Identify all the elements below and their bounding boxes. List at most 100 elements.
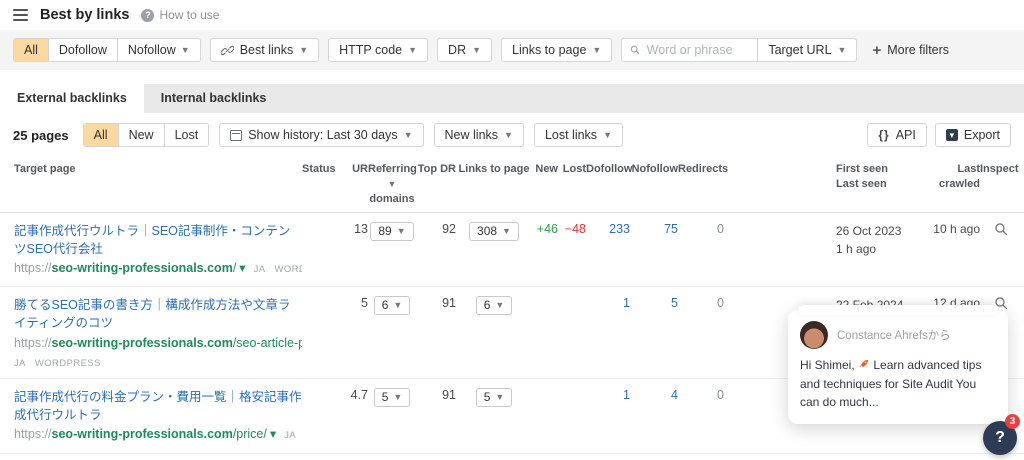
api-button[interactable]: {} API <box>867 123 927 147</box>
chevron-down-icon: ▼ <box>396 225 406 236</box>
col-links-to-page[interactable]: Links to page <box>456 162 532 177</box>
chat-message: Hi Shimei, Learn advanced tips and techn… <box>800 358 982 410</box>
notification-badge: 3 <box>1005 414 1020 429</box>
filter-dofollow-button[interactable]: Dofollow <box>48 39 118 61</box>
dofollow-link[interactable]: 233 <box>586 222 630 236</box>
menu-icon[interactable] <box>13 9 28 21</box>
app-window: Best by links ? How to use All Dofollow … <box>0 0 1024 460</box>
all-new-lost-segmented: All New Lost <box>82 123 210 147</box>
redirects-value: 0 <box>717 221 724 236</box>
chevron-down-icon: ▼ <box>403 130 413 140</box>
col-last-crawled[interactable]: Last crawled <box>928 162 980 192</box>
col-inspect: Inspect <box>980 163 1019 175</box>
col-dofollow[interactable]: Dofollow <box>586 162 632 177</box>
page-title: Best by links <box>40 7 130 23</box>
lost-value: −48 <box>564 221 586 236</box>
chevron-down-icon: ▼ <box>393 300 403 311</box>
url-path: / <box>232 260 237 275</box>
links-to-page-dropdown[interactable]: 6 ▼ <box>475 296 513 316</box>
top-dr-value: 92 <box>442 221 456 236</box>
col-redirects[interactable]: Redirects <box>678 162 728 177</box>
referring-domains-cell: 5 ▼ <box>368 388 416 408</box>
url-scheme: https:// <box>14 427 52 442</box>
tab-external-backlinks[interactable]: External backlinks <box>0 84 144 113</box>
inspect-button[interactable] <box>980 222 1010 236</box>
nofollow-link[interactable]: 75 <box>630 222 678 236</box>
col-status[interactable]: Status <box>302 162 338 177</box>
referring-domains-dropdown[interactable]: 5 ▼ <box>373 388 411 408</box>
toolbar-new-button[interactable]: New <box>118 124 165 146</box>
new-value: +46 <box>536 221 558 236</box>
col-first-last-seen[interactable]: First seen Last seen <box>836 162 928 192</box>
table-header: Target page Status UR Referring ▼ domain… <box>0 156 1024 213</box>
toolbar-all-button[interactable]: All <box>83 124 119 146</box>
top-dr-value: 91 <box>442 388 456 403</box>
avatar <box>800 321 828 350</box>
help-circle-icon: ? <box>141 8 155 22</box>
col-lost[interactable]: Lost <box>558 162 586 177</box>
target-page-link[interactable]: 勝てるSEO記事の書き方｜構成作成方法や文章ライティングのコツ <box>14 298 290 330</box>
show-history-dropdown[interactable]: Show history: Last 30 days ▼ <box>219 123 424 147</box>
dofollow-link[interactable]: 1 <box>586 388 630 402</box>
links-to-page-dropdown[interactable]: 5 ▼ <box>475 388 513 408</box>
links-to-page-dropdown[interactable]: 308 ▼ <box>469 221 519 241</box>
table-toolbar: 25 pages All New Lost Show history: Last… <box>0 113 1024 156</box>
col-target-page[interactable]: Target page <box>14 162 302 177</box>
last-crawled-value: 10 h ago <box>933 221 980 236</box>
chevron-down-icon: ▼ <box>180 45 190 55</box>
url-scheme: https:// <box>14 260 52 275</box>
filter-all-button[interactable]: All <box>14 39 49 61</box>
how-to-use-link[interactable]: ? How to use <box>141 8 219 22</box>
col-new[interactable]: New <box>532 162 558 177</box>
url-dropdown-caret[interactable]: ▾ <box>239 261 245 275</box>
target-url-dropdown[interactable]: Target URL ▼ <box>757 39 856 61</box>
chat-popup[interactable]: Constance Ahrefsから Hi Shimei, Learn adva… <box>788 305 1008 424</box>
redirects-value: 0 <box>717 388 724 403</box>
plus-icon: + <box>872 41 882 59</box>
col-top-dr[interactable]: Top DR <box>416 162 456 177</box>
col-referring-domains[interactable]: Referring ▼ domains <box>368 162 417 207</box>
more-filters-button[interactable]: + More filters <box>872 43 949 58</box>
rocket-icon <box>859 360 869 368</box>
chevron-down-icon: ▼ <box>504 130 513 140</box>
referring-domains-dropdown[interactable]: 6 ▼ <box>373 296 411 316</box>
cms-tag: WORDPRESS <box>34 358 101 370</box>
target-page-link[interactable]: 記事作成代行の料金プラン・費用一覧｜格安記事作成代行ウルトラ <box>14 390 302 422</box>
dofollow-link[interactable]: 1 <box>586 296 630 310</box>
target-page-cell: 記事作成代行ウルトラ｜SEO記事制作・コンテンツSEO代行会社 https://… <box>14 222 302 278</box>
seen-cell: 26 Oct 2023 1 h ago <box>836 222 928 258</box>
ur-value: 4.7 <box>350 388 368 403</box>
url-path: /price/ <box>232 427 267 442</box>
col-ur[interactable]: UR <box>338 162 368 177</box>
lost-links-dropdown[interactable]: Lost links ▼ <box>533 123 623 147</box>
links-to-page-cell: 5 ▼ <box>456 388 532 408</box>
http-code-dropdown[interactable]: HTTP code ▼ <box>328 38 429 62</box>
nofollow-link[interactable]: 4 <box>630 388 678 402</box>
filter-nofollow-button[interactable]: Nofollow ▼ <box>117 39 200 61</box>
chevron-down-icon: ▼ <box>495 300 505 311</box>
url-dropdown-caret[interactable]: ▾ <box>270 427 276 441</box>
search-input[interactable] <box>646 43 750 57</box>
url-scheme: https:// <box>14 335 52 350</box>
dr-dropdown[interactable]: DR ▼ <box>437 38 493 62</box>
target-page-link[interactable]: 記事作成代行ウルトラ｜SEO記事制作・コンテンツSEO代行会社 <box>14 224 290 256</box>
referring-domains-dropdown[interactable]: 89 ▼ <box>370 221 414 241</box>
toolbar-lost-button[interactable]: Lost <box>164 124 209 146</box>
export-button[interactable]: ▾ Export <box>934 123 1011 147</box>
chevron-down-icon: ▼ <box>502 225 511 236</box>
url-domain: seo-writing-professionals.com <box>51 260 233 275</box>
language-tag: JA <box>14 358 26 370</box>
chevron-down-icon: ▼ <box>299 45 309 55</box>
tab-internal-backlinks[interactable]: Internal backlinks <box>144 84 284 113</box>
url-path: /seo-article-production/ <box>232 335 302 350</box>
export-icon: ▾ <box>945 129 958 141</box>
links-to-page-dropdown-filter[interactable]: Links to page ▼ <box>501 38 613 62</box>
best-links-dropdown[interactable]: Best links ▼ <box>209 38 320 62</box>
nofollow-link[interactable]: 5 <box>630 296 678 310</box>
new-links-dropdown[interactable]: New links ▼ <box>433 123 524 147</box>
col-nofollow[interactable]: Nofollow <box>630 162 678 177</box>
referring-domains-cell: 89 ▼ <box>368 221 416 241</box>
help-button[interactable]: ? 3 <box>983 414 1020 455</box>
filter-bar: All Dofollow Nofollow ▼ Best links ▼ HTTP … <box>0 30 1024 70</box>
target-url-line: https://seo-writing-professionals.com/se… <box>14 335 302 353</box>
